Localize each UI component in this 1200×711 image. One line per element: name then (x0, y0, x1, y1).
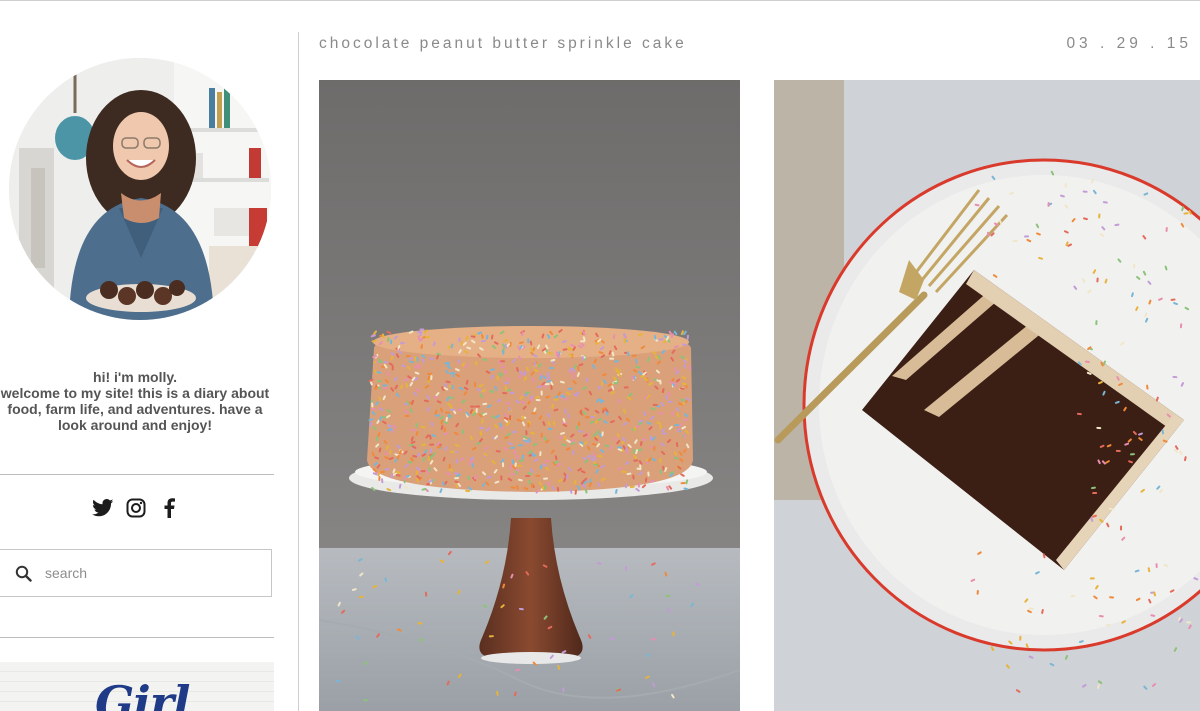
facebook-icon[interactable] (158, 496, 180, 520)
bio-text: hi! i'm molly. welcome to my site! this … (0, 369, 270, 433)
promo-text: Girl (95, 676, 190, 711)
divider (0, 637, 274, 638)
post-photo-cake-stand[interactable] (319, 80, 740, 711)
divider (0, 474, 274, 475)
post-title[interactable]: chocolate peanut butter sprinkle cake (319, 35, 687, 53)
sidebar-divider (298, 32, 299, 711)
search-box[interactable] (0, 549, 272, 597)
bio-line-3: food, farm life, and adventures. have a (7, 401, 263, 417)
search-icon (15, 564, 33, 582)
post-photo-cake-slice[interactable] (774, 80, 1200, 711)
promo-banner[interactable]: Girl (0, 662, 274, 711)
bio-line-4: look around and enjoy! (57, 417, 212, 433)
bio-line-1: hi! i'm molly. (93, 369, 177, 385)
sidebar: hi! i'm molly. welcome to my site! this … (0, 0, 298, 711)
twitter-icon[interactable] (92, 496, 114, 520)
post-date: 03 . 29 . 15 (1066, 35, 1192, 52)
search-input[interactable] (43, 564, 247, 582)
avatar (9, 58, 271, 320)
social-links (92, 496, 180, 520)
bio-line-2: welcome to my site! this is a diary abou… (0, 385, 270, 401)
instagram-icon[interactable] (125, 496, 147, 520)
